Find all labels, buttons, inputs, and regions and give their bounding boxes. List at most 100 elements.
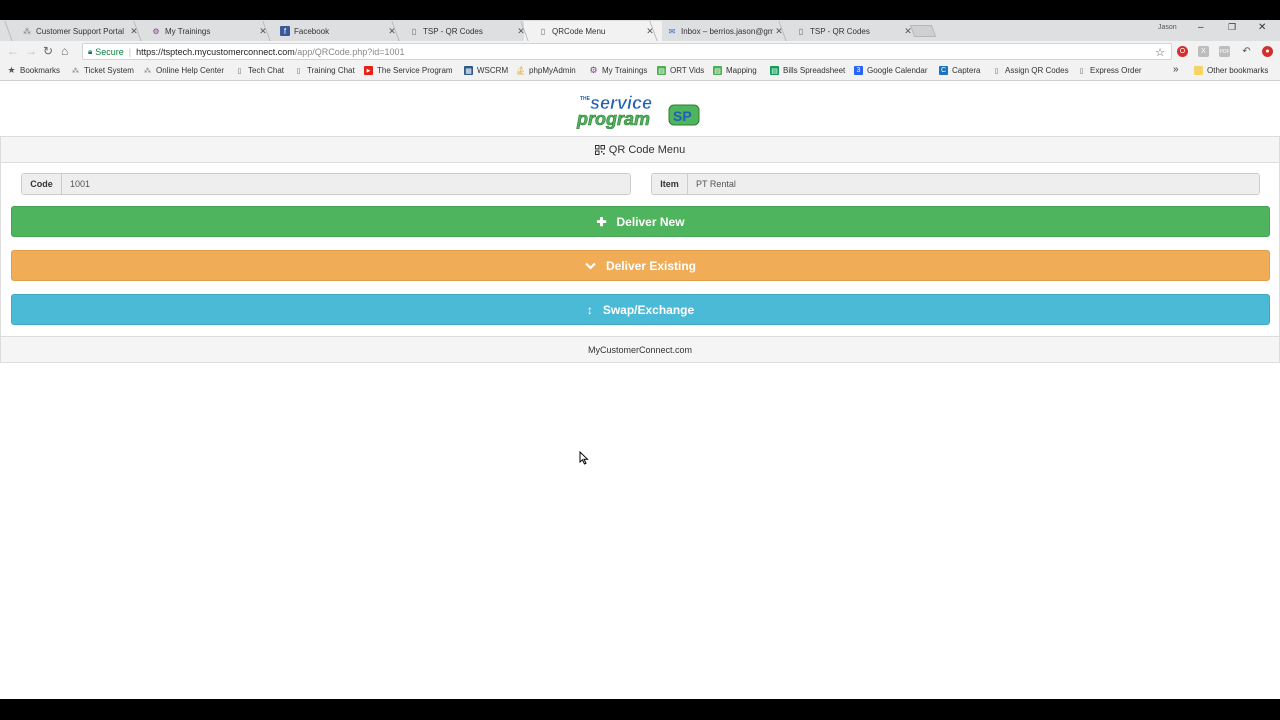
- qrcode-icon: [594, 144, 605, 155]
- opera-extension-icon[interactable]: O: [1177, 46, 1188, 57]
- tab-label: My Trainings: [165, 26, 211, 36]
- bookmark-express-order[interactable]: ▯ Express Order: [1077, 66, 1142, 75]
- facebook-icon: f: [280, 26, 290, 36]
- deliver-new-label: Deliver New: [616, 214, 685, 229]
- page-content: THE service program SP QR Code Menu Code…: [0, 81, 1280, 699]
- bookmark-label: The Service Program: [377, 66, 453, 75]
- secure-label: Secure: [95, 46, 124, 57]
- tab-my-trainings[interactable]: ⚙ My Trainings ✕: [137, 21, 275, 41]
- bookmark-assign-qr-codes[interactable]: ▯ Assign QR Codes: [992, 66, 1069, 75]
- bookmark-label: ORT Vids: [670, 66, 705, 75]
- bookmark-mapping[interactable]: ▤ Mapping: [713, 66, 757, 75]
- support-icon: ⁂: [144, 67, 151, 75]
- bookmark-tech-chat[interactable]: ▯ Tech Chat: [235, 66, 284, 75]
- swap-exchange-button[interactable]: ↕ Swap/Exchange: [11, 294, 1270, 325]
- back-icon[interactable]: ←: [7, 44, 19, 58]
- tab-label: QRCode Menu: [552, 26, 606, 36]
- sheet-icon: ▤: [657, 66, 666, 75]
- tab-tsp-qr-codes-2[interactable]: ▯ TSP - QR Codes ✕: [782, 21, 920, 41]
- page-icon: ▯: [1079, 67, 1084, 75]
- extension-icon[interactable]: X: [1198, 46, 1209, 57]
- bookmark-the-service-program[interactable]: ▶ The Service Program: [364, 66, 453, 75]
- code-label: Code: [22, 174, 62, 194]
- bookmark-label: Tech Chat: [248, 66, 285, 75]
- deliver-existing-label: Deliver Existing: [605, 258, 697, 273]
- page-icon: ▯: [798, 26, 804, 36]
- page-icon: ▯: [994, 67, 999, 75]
- sheet-icon: ▤: [770, 66, 779, 75]
- bookmark-captera[interactable]: C Captera: [939, 66, 980, 75]
- deliver-existing-button[interactable]: Deliver Existing: [11, 250, 1270, 281]
- bookmark-star-icon[interactable]: ☆: [1155, 46, 1165, 59]
- bookmark-online-help-center[interactable]: ⁂ Online Help Center: [143, 66, 224, 75]
- forward-icon[interactable]: →: [25, 44, 37, 58]
- bookmark-label: Assign QR Codes: [1005, 66, 1069, 75]
- maximize-icon[interactable]: ❐: [1228, 22, 1236, 33]
- support-icon: ⁂: [23, 26, 31, 36]
- browser-window: ⁂ Customer Support Portal ✕ ⚙ My Trainin…: [0, 0, 1280, 720]
- browser-toolbar: ← → ↻ ⌂ 🔒︎ Secure | https://tsptech.mycu…: [0, 41, 1280, 62]
- trainings-icon: ⚙: [589, 65, 598, 75]
- bookmark-phpmyadmin[interactable]: ⛵︎ phpMyAdmin: [515, 66, 575, 75]
- tab-qrcode-menu[interactable]: ▯ QRCode Menu ✕: [524, 21, 662, 41]
- mail-icon: ✉: [668, 26, 676, 36]
- bookmark-label: Bookmarks: [20, 66, 61, 75]
- bookmark-label: Other bookmarks: [1207, 66, 1269, 75]
- reload-icon[interactable]: ↻: [43, 44, 53, 58]
- service-program-logo: THE service program SP: [576, 93, 700, 129]
- tab-customer-support-portal[interactable]: ⁂ Customer Support Portal ✕: [8, 21, 146, 41]
- capterra-icon: C: [939, 66, 948, 75]
- page-icon: ▯: [540, 26, 546, 36]
- pdf-extension-icon[interactable]: PDF: [1219, 46, 1230, 57]
- swap-exchange-label: Swap/Exchange: [602, 302, 695, 317]
- bookmark-other-bookmarks[interactable]: ■ Other bookmarks: [1194, 66, 1268, 75]
- bookmark-label: Mapping: [726, 66, 757, 75]
- page-icon: ▯: [296, 67, 301, 75]
- mouse-cursor-icon: [579, 451, 589, 465]
- tab-facebook[interactable]: f Facebook ✕: [266, 21, 404, 41]
- page-icon: ▯: [411, 26, 417, 36]
- new-tab-button[interactable]: [909, 25, 937, 37]
- tab-label: Inbox – berrios.jason@gm: [681, 26, 773, 36]
- undo-extension-icon[interactable]: ↶: [1241, 46, 1252, 57]
- tab-label: TSP - QR Codes: [810, 26, 870, 36]
- crm-icon: ▦: [464, 66, 473, 75]
- tab-label: Customer Support Portal: [36, 26, 125, 36]
- bookmark-ticket-system[interactable]: ⁂ Ticket System: [71, 66, 134, 75]
- bookmark-ort-vids[interactable]: ▤ ORT Vids: [657, 66, 704, 75]
- bookmark-my-trainings[interactable]: ⚙ My Trainings: [589, 65, 647, 75]
- svg-text:SP: SP: [673, 108, 692, 124]
- url-path: /app/QRCode.php?id=1001: [294, 46, 405, 57]
- panel-footer: MyCustomerConnect.com: [1, 336, 1279, 362]
- tab-label: Facebook: [294, 26, 330, 36]
- code-field[interactable]: 1001: [62, 174, 630, 194]
- qr-code-panel: QR Code Menu Code 1001 Item PT Rental ✚ …: [0, 136, 1280, 363]
- panel-heading: QR Code Menu: [1, 137, 1279, 163]
- tab-tsp-qr-codes[interactable]: ▯ TSP - QR Codes ✕: [395, 21, 533, 41]
- lock-icon: 🔒︎: [88, 46, 93, 56]
- tab-inbox[interactable]: ✉ Inbox – berrios.jason@gm ✕: [653, 21, 791, 41]
- bookmark-label: Google Calendar: [867, 66, 928, 75]
- deliver-new-button[interactable]: ✚ Deliver New: [11, 206, 1270, 237]
- item-input-group: Item PT Rental: [651, 173, 1260, 195]
- profile-name[interactable]: Jason: [1158, 24, 1177, 31]
- star-icon: ★: [7, 65, 16, 75]
- home-icon[interactable]: ⌂: [61, 44, 68, 58]
- bookmark-google-calendar[interactable]: 3 Google Calendar: [854, 66, 927, 75]
- item-field[interactable]: PT Rental: [688, 174, 1259, 194]
- bookmark-wscrm[interactable]: ▦ WSCRM: [464, 66, 508, 75]
- svg-text:program: program: [576, 109, 650, 129]
- bookmark-training-chat[interactable]: ▯ Training Chat: [294, 66, 355, 75]
- minimize-icon[interactable]: –: [1198, 22, 1204, 33]
- bookmark-label: WSCRM: [477, 66, 509, 75]
- overflow-label: »: [1173, 64, 1179, 75]
- adblock-extension-icon[interactable]: ●: [1262, 46, 1273, 57]
- bookmark-label: Online Help Center: [156, 66, 225, 75]
- address-bar[interactable]: 🔒︎ Secure | https://tsptech.mycustomerco…: [82, 43, 1172, 60]
- close-window-icon[interactable]: ✕: [1258, 22, 1266, 33]
- bookmark-bookmarks[interactable]: ★ Bookmarks: [7, 65, 61, 75]
- bookmarks-bar: ★ Bookmarks ⁂ Ticket System ⁂ Online Help C…: [0, 62, 1280, 81]
- bookmark-label: Express Order: [1090, 66, 1142, 75]
- bookmark-bills-spreadsheet[interactable]: ▤ Bills Spreadsheet: [770, 66, 845, 75]
- bookmarks-overflow-button[interactable]: »: [1173, 64, 1179, 75]
